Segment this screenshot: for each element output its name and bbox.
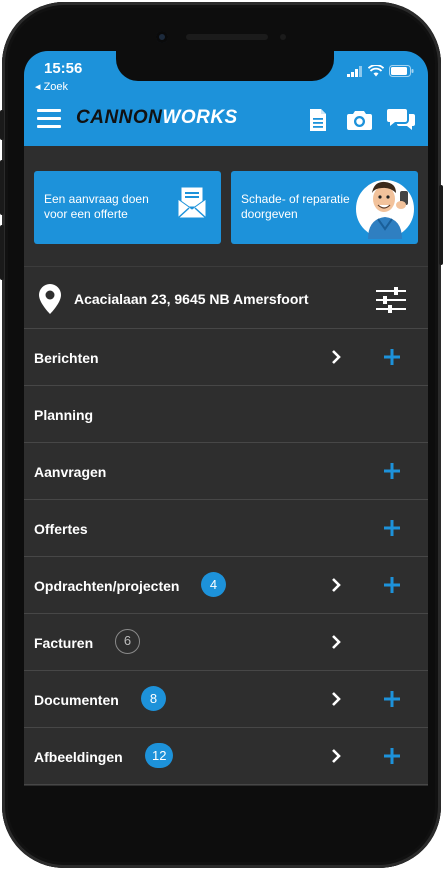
main-menu: Berichten Planning Aanvragen Offertes Opdrac… [24, 329, 428, 785]
status-time: 15:56 [44, 60, 83, 77]
menu-item-label: Berichten [34, 350, 99, 366]
earpiece-speaker [186, 34, 268, 40]
power-button [439, 185, 443, 265]
menu-item-afbeeldingen[interactable]: Afbeeldingen 12 [24, 728, 428, 785]
menu-item-offertes[interactable]: Offertes [24, 500, 428, 557]
report-damage-card[interactable]: Schade- of reparatie doorgeven [231, 171, 418, 244]
chevron-right-icon[interactable] [329, 691, 343, 707]
count-badge: 8 [141, 686, 166, 711]
address-row[interactable]: Acacialaan 23, 9645 NB Amersfoort [24, 266, 428, 329]
menu-item-label: Planning [34, 407, 94, 423]
proximity-sensor [280, 34, 286, 40]
chevron-right-icon[interactable] [329, 349, 343, 365]
chat-icon[interactable] [387, 107, 415, 131]
menu-item-label: Opdrachten/projecten [34, 578, 180, 594]
brand-logo: CANNONWORKS [76, 107, 238, 129]
menu-item-planning[interactable]: Planning [24, 386, 428, 443]
menu-item-opdrachten-projecten[interactable]: Opdrachten/projecten 4 [24, 557, 428, 614]
add-plus-icon[interactable] [384, 463, 400, 479]
envelope-icon [177, 187, 207, 219]
battery-icon [389, 65, 414, 77]
screen-bottom-edge [24, 786, 428, 787]
notch [116, 51, 334, 81]
count-badge: 6 [115, 629, 140, 654]
menu-item-berichten[interactable]: Berichten [24, 329, 428, 386]
back-to-search-link[interactable]: ◂ Zoek [35, 80, 68, 93]
quick-actions: Een aanvraag doen voor een offerte Schad… [24, 146, 428, 266]
volume-up-button [0, 160, 4, 215]
add-plus-icon[interactable] [384, 349, 400, 365]
menu-item-label: Afbeeldingen [34, 749, 123, 765]
app-header: CANNONWORKS [24, 101, 428, 146]
menu-item-aanvragen[interactable]: Aanvragen [24, 443, 428, 500]
status-icons [347, 65, 414, 77]
add-plus-icon[interactable] [384, 691, 400, 707]
logo-cannon: CANNON [76, 107, 163, 128]
chevron-right-icon[interactable] [329, 748, 343, 764]
count-badge: 4 [201, 572, 226, 597]
chevron-right-icon[interactable] [329, 634, 343, 650]
filter-sliders-icon[interactable] [376, 287, 406, 313]
menu-item-documenten[interactable]: Documenten 8 [24, 671, 428, 728]
camera-icon[interactable] [347, 110, 372, 130]
add-plus-icon[interactable] [384, 577, 400, 593]
phone-frame: 15:56 ◂ Zoek CANNONWORKS Een aanvraag do… [2, 2, 441, 868]
menu-item-facturen[interactable]: Facturen 6 [24, 614, 428, 671]
front-camera [156, 31, 168, 43]
logo-works: WORKS [162, 107, 238, 128]
volume-down-button [0, 225, 4, 280]
mechanic-mascot-icon [354, 178, 416, 239]
menu-item-label: Offertes [34, 521, 88, 537]
document-icon[interactable] [308, 108, 328, 132]
menu-item-label: Facturen [34, 635, 94, 651]
wifi-icon [368, 65, 384, 77]
address-text: Acacialaan 23, 9645 NB Amersfoort [74, 291, 309, 307]
add-plus-icon[interactable] [384, 748, 400, 764]
signal-icon [347, 65, 362, 77]
add-plus-icon[interactable] [384, 520, 400, 536]
count-badge: 12 [145, 743, 174, 768]
location-pin-icon [39, 284, 61, 314]
chevron-right-icon[interactable] [329, 577, 343, 593]
menu-item-label: Documenten [34, 692, 119, 708]
request-quote-card[interactable]: Een aanvraag doen voor een offerte [34, 171, 221, 244]
menu-item-label: Aanvragen [34, 464, 107, 480]
app-screen: 15:56 ◂ Zoek CANNONWORKS Een aanvraag do… [24, 51, 428, 787]
menu-icon[interactable] [37, 109, 61, 129]
mute-switch [0, 110, 4, 140]
